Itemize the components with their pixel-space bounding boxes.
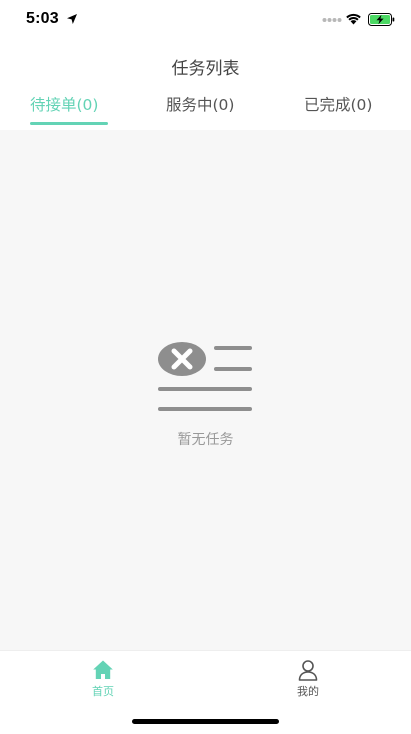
status-time: 5:03 (26, 10, 59, 27)
status-bar: 5:03 (0, 0, 411, 40)
tab-in-service[interactable]: 服务中(0) (166, 93, 234, 115)
user-icon (298, 660, 318, 681)
nav-mine[interactable]: 我的 (278, 659, 338, 699)
home-icon (93, 660, 113, 679)
page-title: 任务列表 (171, 59, 240, 79)
nav-home[interactable]: 首页 (73, 659, 133, 699)
tab-completed[interactable]: 已完成(0) (304, 93, 372, 115)
nav-home-label: 首页 (92, 685, 114, 698)
location-arrow-icon (67, 14, 77, 24)
home-indicator (132, 719, 279, 724)
signal-icon (322, 18, 342, 22)
tab-pending[interactable]: 待接单(0) (30, 93, 98, 115)
empty-state-text: 暂无任务 (177, 432, 234, 448)
empty-list-icon (158, 342, 252, 411)
task-list-area: 暂无任务 (0, 130, 411, 650)
nav-mine-label: 我的 (297, 685, 319, 698)
battery-charging-icon (368, 13, 395, 26)
wifi-icon (346, 13, 361, 25)
active-tab-indicator (30, 122, 108, 125)
tab-bar: 待接单(0) 服务中(0) 已完成(0) (0, 88, 411, 130)
